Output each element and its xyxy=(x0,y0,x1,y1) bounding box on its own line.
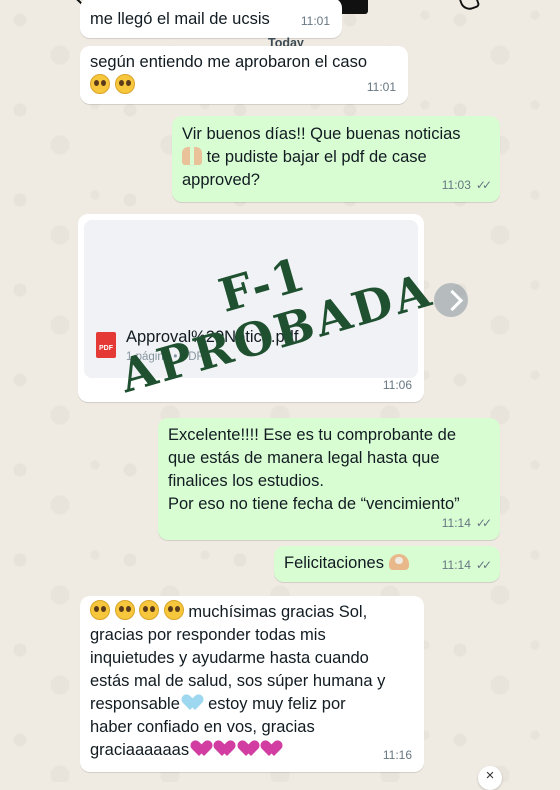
message-text-line: muchísimas gracias Sol, xyxy=(90,600,414,624)
document-name[interactable]: Approval%20Notice.pdf xyxy=(126,328,298,347)
message-time: 11:01 xyxy=(366,80,396,94)
pleading-face-icon xyxy=(114,74,135,94)
message-text-line: estás mal de salud, sos súper humana y xyxy=(90,672,386,690)
message-text-line: gracias por responder todas mis xyxy=(90,626,326,644)
document-meta: 1 página • PDF xyxy=(126,351,204,363)
message-text: según entiendo me aprobaron el caso xyxy=(90,53,368,71)
message-incoming[interactable]: me llegó el mail de ucsis 11:01 xyxy=(80,0,342,38)
pleading-face-icon xyxy=(90,600,110,620)
pleading-face-icon xyxy=(163,600,184,620)
emoji-row xyxy=(90,74,398,98)
message-time: 11:14 ✓✓ xyxy=(442,554,492,577)
message-outgoing[interactable]: Felicitaciones 11:14 ✓✓ xyxy=(274,546,500,582)
raising-hands-icon xyxy=(182,147,202,165)
message-incoming[interactable]: según entiendo me aprobaron el caso 11:0… xyxy=(80,46,408,104)
message-text: me llegó el mail de ucsis xyxy=(90,10,270,28)
close-icon[interactable]: × xyxy=(478,766,502,790)
sparkling-heart-icon xyxy=(241,741,260,758)
message-time: 11:01 xyxy=(300,14,330,28)
call-icon[interactable] xyxy=(457,0,481,13)
sparkling-heart-icon xyxy=(217,741,236,758)
message-incoming[interactable]: muchísimas gracias Sol, gracias por resp… xyxy=(80,596,424,772)
sparkling-heart-icon xyxy=(194,741,213,758)
message-text-line: inquietudes y ayudarme hasta cuando xyxy=(90,649,369,667)
read-ticks-icon: ✓✓ xyxy=(475,178,492,192)
message-outgoing[interactable]: Vir buenos días!! Que buenas noticias te… xyxy=(172,116,500,202)
read-ticks-icon: ✓✓ xyxy=(475,558,492,572)
message-time: 11:03 ✓✓ xyxy=(442,174,492,197)
read-ticks-icon: ✓✓ xyxy=(475,516,492,530)
light-blue-heart-icon xyxy=(185,695,204,712)
message-text-line: haber confiado en vos, gracias xyxy=(90,718,315,736)
forward-icon[interactable] xyxy=(434,283,468,317)
message-text-line: Vir buenos días!! Que buenas noticias xyxy=(182,125,461,143)
message-text-line: te pudiste bajar el pdf de case xyxy=(182,146,490,169)
pdf-icon: PDF xyxy=(96,332,116,358)
pleading-face-icon xyxy=(139,600,160,620)
message-text-line: responsable estoy muy feliz por xyxy=(90,695,346,713)
message-time: 11:14 ✓✓ xyxy=(442,512,492,535)
message-text-line: Excelente!!!! Ese es tu comprobante de xyxy=(168,426,457,444)
message-text-line: finalices los estudios. xyxy=(168,472,324,490)
pleading-face-icon xyxy=(90,74,110,94)
message-text: Felicitaciones xyxy=(284,554,384,572)
sparkling-heart-icon xyxy=(264,741,283,758)
message-time: 11:16 xyxy=(382,748,412,762)
message-outgoing[interactable]: Excelente!!!! Ese es tu comprobante de q… xyxy=(158,418,500,540)
message-text-line: graciaaaaaas xyxy=(90,739,414,762)
pleading-face-icon xyxy=(114,600,135,620)
message-text-line: que estás de manera legal hasta que xyxy=(168,449,440,467)
heart-hands-icon xyxy=(388,554,409,570)
